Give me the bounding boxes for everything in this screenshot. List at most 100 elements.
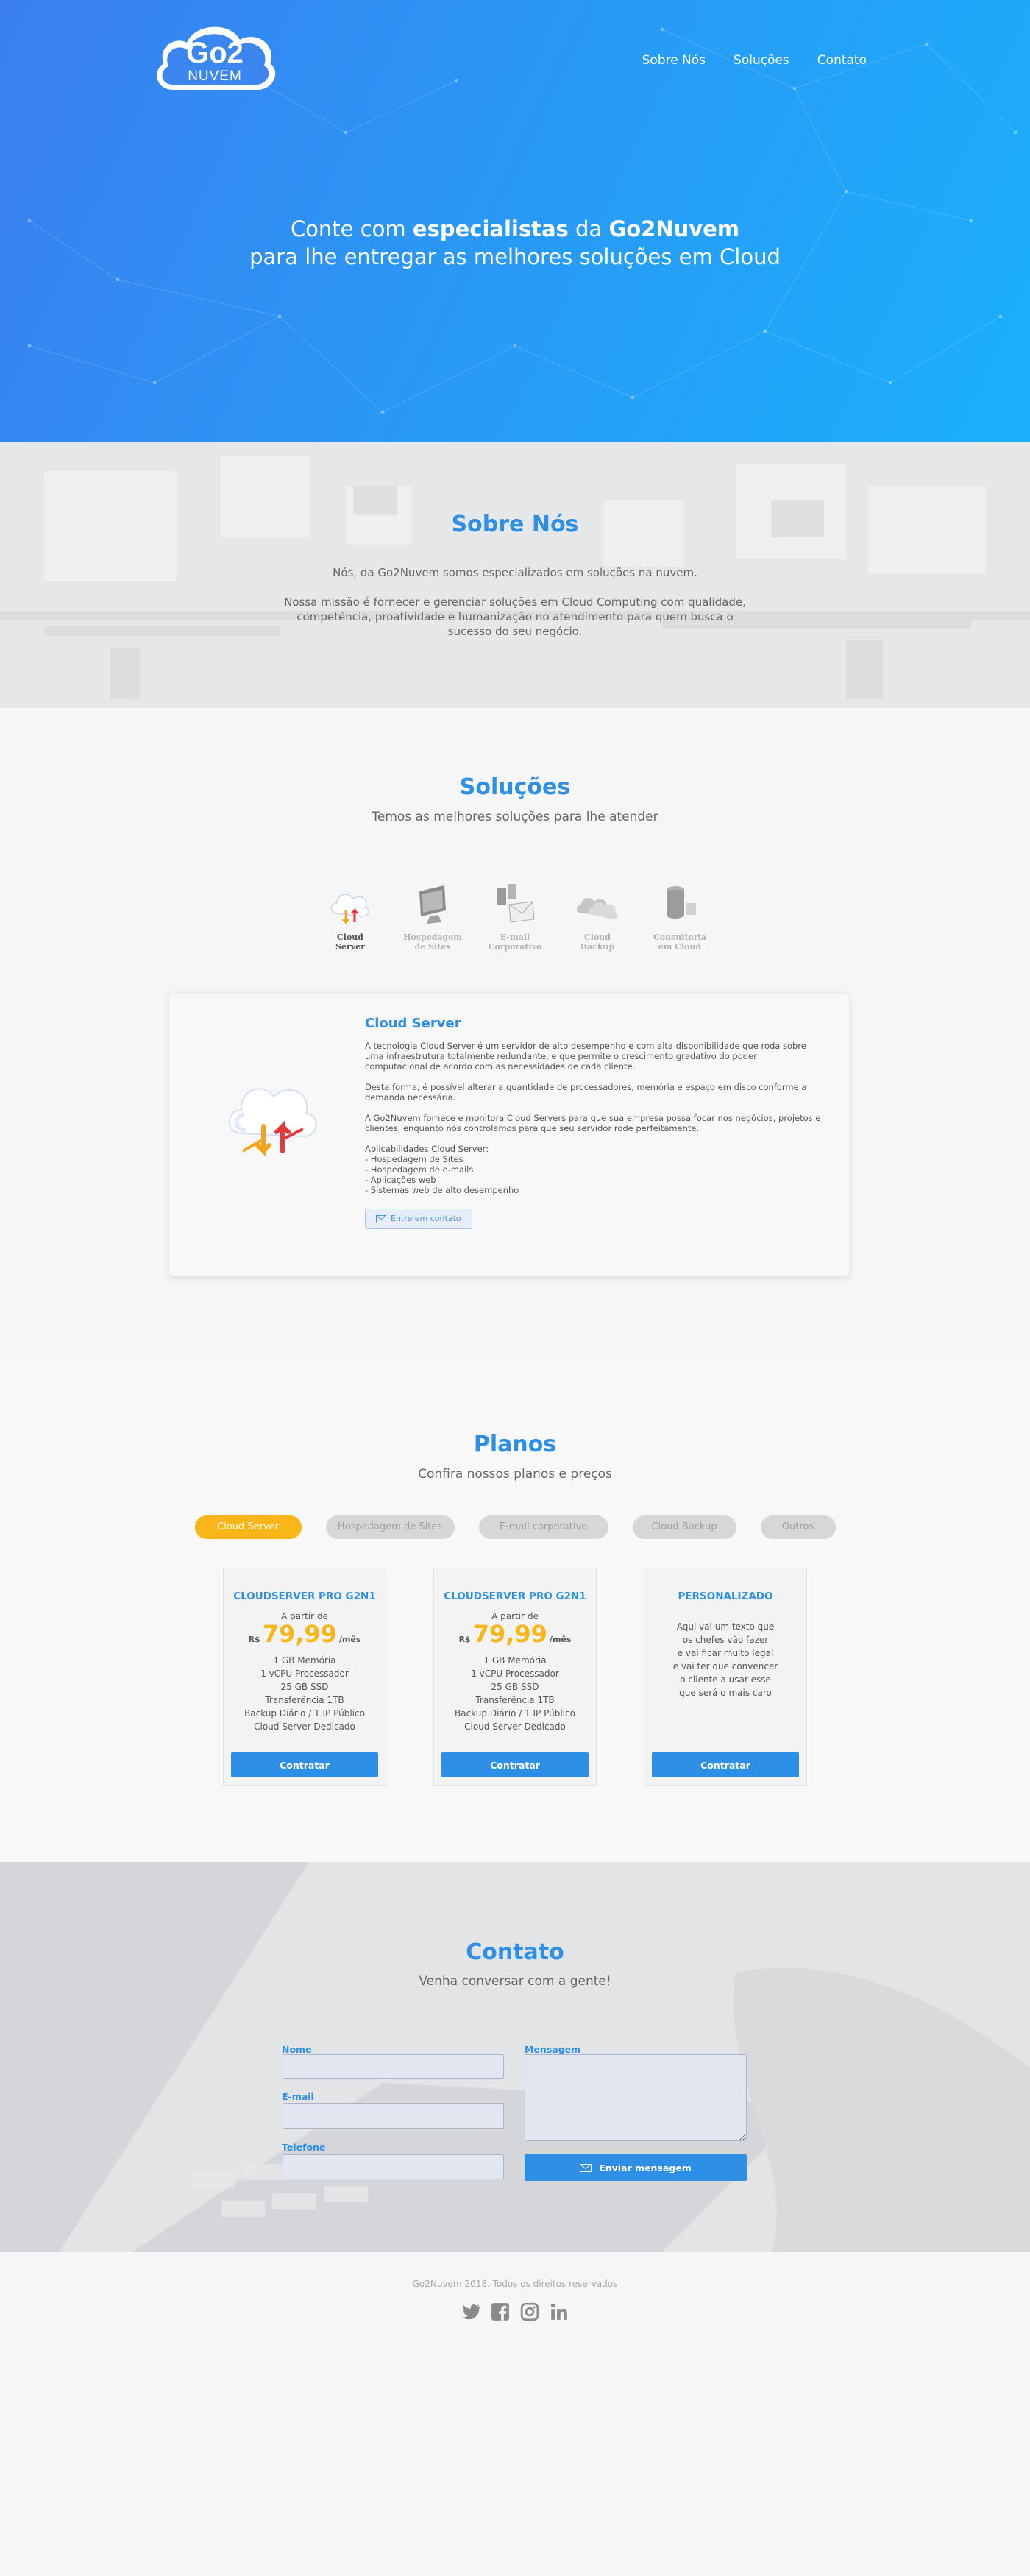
planos-title: Planos	[473, 1432, 557, 1457]
mensagem-field[interactable]	[525, 2054, 747, 2141]
planos-subtitle: Confira nossos planos e preços	[418, 1467, 612, 1482]
facebook-icon[interactable]	[491, 2302, 510, 2321]
solution-hospedagem[interactable]: Hospedagem de Sites	[402, 881, 464, 952]
plan-category-tabs: Cloud Server Hospedagem de Sites E-mail …	[0, 1515, 1030, 1539]
plan-feature: 25 GB SSD	[280, 1682, 329, 1692]
solution-detail-paragraph-3: A Go2Nuvem fornece e monitora Cloud Serv…	[365, 1113, 821, 1133]
plan-price-value: 79,99	[262, 1620, 337, 1648]
contact-us-button[interactable]: Entre em contato	[365, 1209, 472, 1229]
solution-label-line2: Corporativo	[488, 942, 542, 952]
email-icon	[497, 884, 535, 923]
mensagem-label: Mensagem	[525, 2044, 581, 2055]
go2nuvem-logo[interactable]: Go2 NUVEM	[151, 18, 280, 96]
solution-consultoria[interactable]: Consultoria em Cloud	[649, 881, 711, 952]
tab-cloud-backup[interactable]: Cloud Backup	[632, 1515, 736, 1539]
solution-label-line2: em Cloud	[658, 942, 702, 952]
plan-feature: 25 GB SSD	[491, 1682, 539, 1692]
solution-label-line1: Consultoria	[653, 933, 706, 942]
plan-feature: 1 vCPU Processador	[471, 1669, 559, 1679]
plan-price: R$ 79,99 /mês	[434, 1620, 596, 1648]
email-label: E-mail	[282, 2091, 314, 2102]
solution-detail-paragraph-1: A tecnologia Cloud Server é um servidor …	[365, 1041, 806, 1072]
hero-text-bold-2: Go2Nuvem	[608, 216, 740, 241]
plan-price: R$ 79,99 /mês	[224, 1620, 386, 1648]
twitter-icon[interactable]	[461, 2302, 480, 2321]
database-icon	[667, 886, 696, 919]
nav-solucoes[interactable]: Soluções	[734, 53, 789, 68]
solution-detail-card: Cloud Server A tecnologia Cloud Server é…	[169, 994, 849, 1276]
contratar-button[interactable]: Contratar	[652, 1752, 799, 1777]
plan-feature: Backup Diário / 1 IP Público	[455, 1708, 575, 1719]
contratar-button[interactable]: Contratar	[231, 1752, 378, 1777]
cloud-server-illustration	[228, 1088, 317, 1157]
solution-cloud-server[interactable]: Cloud Server	[319, 881, 381, 952]
contratar-button[interactable]: Contratar	[441, 1752, 589, 1777]
hero-text-pre: Conte com	[290, 216, 413, 241]
plan-feature: Backup Diário / 1 IP Público	[244, 1708, 365, 1719]
tab-outros[interactable]: Outros	[760, 1515, 836, 1539]
solution-label-line2: de Sites	[414, 942, 451, 952]
hero-section: Go2 NUVEM Sobre Nós Soluções Contato Con…	[0, 0, 1030, 442]
solution-label-line1: E-mail	[500, 933, 530, 942]
logo-bottom-text: NUVEM	[188, 68, 242, 84]
plan-card: CLOUDSERVER PRO G2N1 A partir de R$ 79,9…	[433, 1568, 597, 1786]
plan-features: 1 GB Memória 1 vCPU Processador 25 GB SS…	[434, 1654, 596, 1733]
plan-period: /mês	[338, 1635, 361, 1644]
solution-detail-title: Cloud Server	[365, 1016, 461, 1031]
monitor-icon	[419, 885, 446, 924]
plan-card-personalizado: PERSONALIZADO Aqui vai um texto que os c…	[644, 1568, 807, 1786]
solucoes-subtitle: Temos as melhores soluções para lhe aten…	[372, 810, 658, 824]
email-field[interactable]	[283, 2103, 504, 2129]
solution-detail-paragraph-2: Desta forma, é possível alterar a quanti…	[365, 1082, 807, 1103]
solution-backup[interactable]: Cloud Backup	[566, 881, 628, 952]
plan-title: PERSONALIZADO	[678, 1590, 773, 1602]
social-links	[0, 2302, 1030, 2321]
sobre-title: Sobre Nós	[451, 512, 579, 537]
solution-detail-body: Cloud Server A tecnologia Cloud Server é…	[365, 1016, 821, 1229]
footer: Go2Nuvem 2018. Todos os direitos reserva…	[0, 2252, 1030, 2576]
plan-feature: Transferência 1TB	[475, 1695, 555, 1705]
tab-hospedagem-de-sites[interactable]: Hospedagem de Sites	[325, 1515, 455, 1539]
solution-email[interactable]: E-mail Corporativo	[484, 881, 546, 952]
instagram-icon[interactable]	[520, 2302, 539, 2321]
solution-label-line2: Server	[335, 942, 365, 952]
plan-currency: R$	[458, 1635, 471, 1644]
plan-feature: Cloud Server Dedicado	[464, 1722, 566, 1732]
plan-feature: 1 GB Memória	[483, 1655, 547, 1666]
sobre-paragraph-1: Nós, da Go2Nuvem somos especializados em…	[333, 566, 697, 579]
telefone-label: Telefone	[282, 2142, 326, 2153]
solution-detail-applications: Aplicabilidades Cloud Server: - Hospedag…	[365, 1144, 519, 1195]
nome-label: Nome	[282, 2044, 312, 2055]
nav-contato[interactable]: Contato	[817, 53, 867, 68]
cloud-server-icon	[330, 894, 369, 925]
plan-feature: Cloud Server Dedicado	[254, 1722, 355, 1732]
plan-price-value: 79,99	[472, 1620, 547, 1648]
contato-title: Contato	[466, 1939, 564, 1965]
contato-section: Contato Venha conversar com a gente! Nom…	[0, 1862, 1030, 2252]
sobre-text: Nós, da Go2Nuvem somos especializados em…	[280, 565, 750, 639]
hero-headline: Conte com especialistas da Go2Nuvem para…	[0, 215, 1030, 271]
tab-cloud-server[interactable]: Cloud Server	[194, 1515, 302, 1539]
hero-line-1: Conte com especialistas da Go2Nuvem	[0, 215, 1030, 243]
telefone-field[interactable]	[283, 2154, 504, 2179]
contato-subtitle: Venha conversar com a gente!	[419, 1974, 611, 1989]
contact-form: Nome E-mail Telefone Mensagem Enviar men…	[282, 2044, 747, 2191]
solution-label-line1: Hospedagem	[403, 933, 462, 942]
envelope-icon	[580, 2163, 592, 2172]
plan-feature: 1 vCPU Processador	[260, 1669, 349, 1679]
copyright: Go2Nuvem 2018. Todos os direitos reserva…	[412, 2279, 618, 2289]
plan-title: CLOUDSERVER PRO G2N1	[233, 1590, 376, 1602]
solution-label-line1: Cloud	[584, 933, 611, 942]
nome-field[interactable]	[283, 2054, 504, 2079]
plan-features: 1 GB Memória 1 vCPU Processador 25 GB SS…	[224, 1654, 386, 1733]
hero-line-2: para lhe entregar as melhores soluções e…	[249, 244, 781, 269]
send-message-button[interactable]: Enviar mensagem	[525, 2154, 747, 2181]
plan-feature: 1 GB Memória	[273, 1655, 336, 1666]
send-message-label: Enviar mensagem	[599, 2162, 692, 2173]
linkedin-icon[interactable]	[550, 2302, 569, 2321]
tab-email-corporativo[interactable]: E-mail corporativo	[478, 1515, 608, 1539]
nav-sobre[interactable]: Sobre Nós	[642, 53, 706, 68]
plan-card: CLOUDSERVER PRO G2N1 A partir de R$ 79,9…	[223, 1568, 386, 1786]
hero-text-bold-1: especialistas	[412, 216, 569, 241]
envelope-icon	[376, 1215, 386, 1222]
